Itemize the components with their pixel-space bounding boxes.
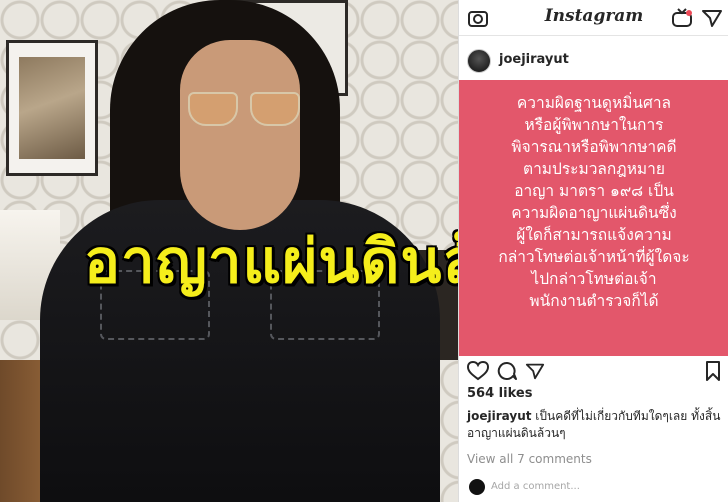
- post-line: พนักงานตำรวจก็ได้: [529, 292, 659, 310]
- heart-icon[interactable]: [467, 361, 489, 381]
- post-line: ผู้ใดก็สามารถแจ้งความ: [516, 226, 672, 244]
- post-caption: joejirayut เป็นคดีที่ไม่เกี่ยวกับทีมใดๆเ…: [467, 408, 723, 442]
- post-line: หรือผู้พิพากษาในการ: [524, 116, 664, 134]
- post-line: ตามประมวลกฎหมาย: [523, 160, 665, 178]
- commenter-avatar: [469, 479, 485, 495]
- comment-icon[interactable]: [497, 361, 517, 381]
- post-line: ความผิดอาญาแผ่นดินซึ่ง: [511, 204, 677, 222]
- face: [180, 40, 300, 230]
- likes-count[interactable]: 564 likes: [467, 386, 532, 401]
- post-image: ความผิดฐานดูหมิ่นศาล หรือผู้พิพากษาในการ…: [459, 80, 728, 356]
- instagram-top-bar: Instagram: [459, 0, 728, 36]
- instagram-panel: Instagram joejirayut ความผิดฐานดูหมิ่นศา…: [458, 0, 728, 502]
- igtv-icon[interactable]: [671, 8, 693, 28]
- add-comment-input[interactable]: Add a comment...: [491, 481, 580, 492]
- post-line: อาญา มาตรา ๑๙๘ เป็น: [514, 182, 674, 200]
- post-line: ไปกล่าวโทษต่อเจ้า: [531, 270, 657, 288]
- sunglasses: [188, 92, 300, 128]
- bookmark-icon[interactable]: [705, 361, 721, 381]
- direct-message-icon[interactable]: [701, 8, 723, 28]
- post-username[interactable]: joejirayut: [499, 52, 569, 67]
- post-text: ความผิดฐานดูหมิ่นศาล หรือผู้พิพากษาในการ…: [471, 92, 717, 312]
- picture-frame: [6, 40, 98, 176]
- post-line: พิจารณาหรือพิพากษาคดี: [511, 138, 677, 156]
- view-comments-link[interactable]: View all 7 comments: [467, 452, 592, 466]
- caption-username[interactable]: joejirayut: [467, 409, 531, 423]
- post-actions: [459, 356, 728, 384]
- post-line: กล่าวโทษต่อเจ้าหน้าที่ผู้ใดจะ: [498, 248, 690, 266]
- avatar[interactable]: [467, 49, 491, 73]
- post-line: ความผิดฐานดูหมิ่นศาล: [516, 94, 672, 112]
- share-icon[interactable]: [525, 361, 545, 381]
- add-comment-row: Add a comment...: [459, 474, 728, 502]
- post-header: joejirayut: [459, 40, 728, 80]
